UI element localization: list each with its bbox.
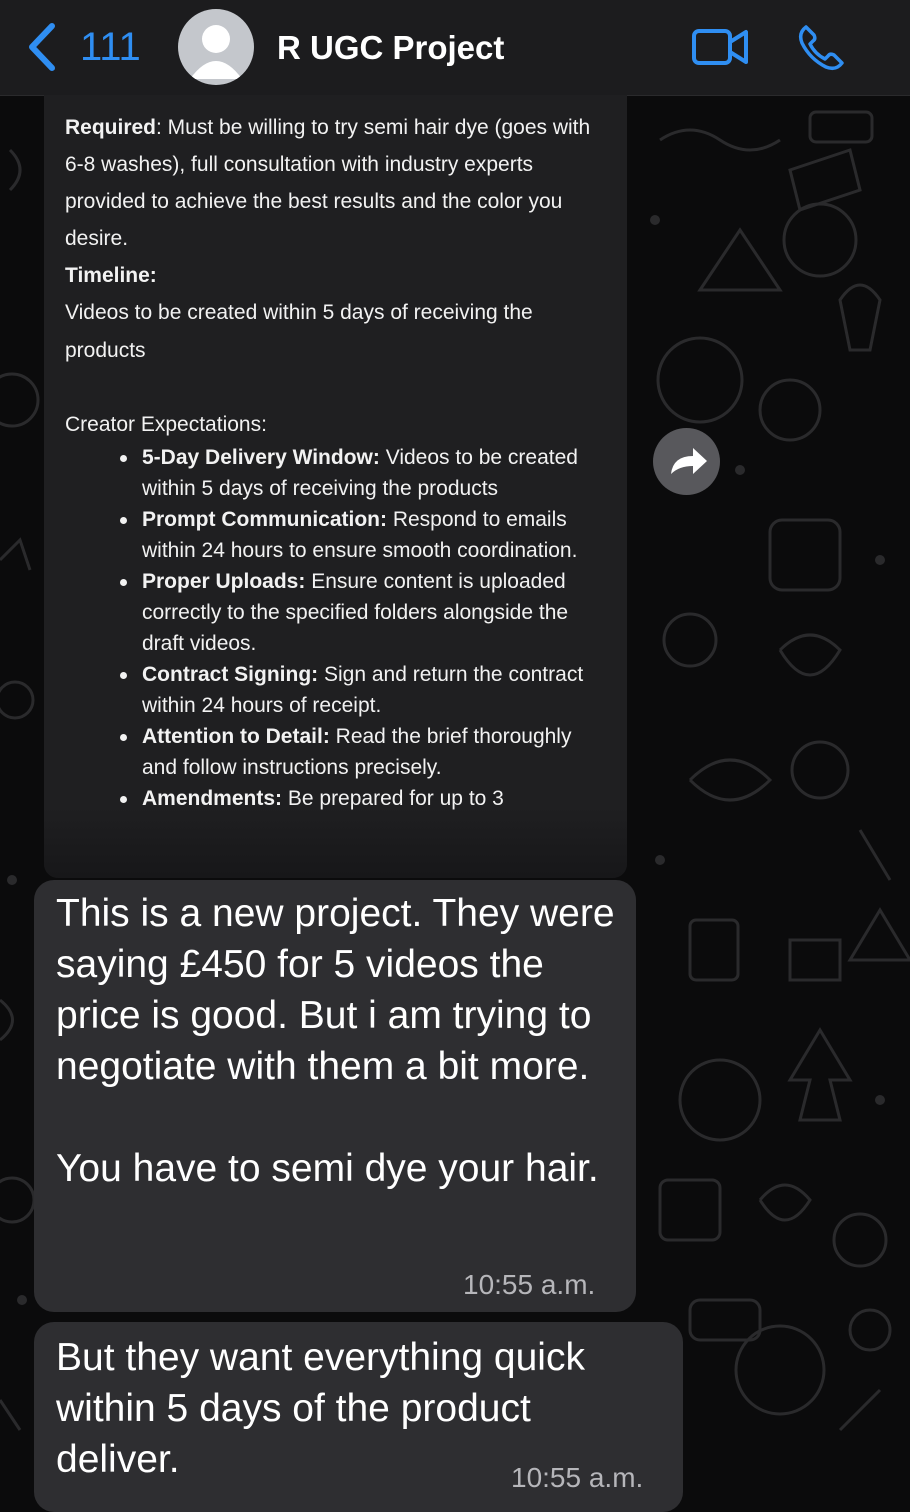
back-unread-count[interactable]: 111 bbox=[80, 22, 141, 72]
forward-button[interactable] bbox=[653, 428, 720, 495]
chat-header: 111 R UGC Project bbox=[0, 0, 910, 96]
avatar-person-icon bbox=[190, 25, 242, 79]
phone-icon[interactable] bbox=[796, 22, 846, 72]
message-text: This is a new project. They were saying … bbox=[56, 892, 615, 1190]
forward-arrow-icon bbox=[671, 448, 707, 474]
truncation-fade bbox=[44, 808, 627, 878]
message-timestamp: 10:55 a.m. bbox=[511, 1462, 644, 1493]
chevron-left-icon[interactable] bbox=[24, 22, 60, 72]
avatar[interactable] bbox=[178, 9, 254, 85]
expectations-heading: Creator Expectations: bbox=[65, 413, 267, 436]
message-bubble[interactable]: But they want everything quick within 5 … bbox=[34, 1322, 683, 1512]
video-call-icon[interactable] bbox=[690, 24, 750, 70]
expectations-list: 5-Day Delivery Window: Videos to be crea… bbox=[65, 442, 610, 814]
timeline-label: Timeline: bbox=[65, 264, 157, 287]
required-paragraph: Required: Must be willing to try semi ha… bbox=[65, 109, 610, 257]
chat-title[interactable]: R UGC Project bbox=[277, 26, 504, 70]
message-timestamp: 10:55 a.m. bbox=[463, 1269, 596, 1300]
timeline-text: Videos to be created within 5 days of re… bbox=[65, 301, 533, 362]
message-bubble[interactable]: This is a new project. They were saying … bbox=[34, 880, 636, 1312]
list-item: Proper Uploads: Ensure content is upload… bbox=[120, 566, 610, 659]
list-item: Contract Signing: Sign and return the co… bbox=[120, 659, 610, 721]
list-item: Attention to Detail: Read the brief thor… bbox=[120, 721, 610, 783]
list-item: 5-Day Delivery Window: Videos to be crea… bbox=[120, 442, 610, 504]
forwarded-brief-card[interactable]: Required: Must be willing to try semi ha… bbox=[44, 95, 627, 878]
list-item: Prompt Communication: Respond to emails … bbox=[120, 504, 610, 566]
required-label: Required bbox=[65, 116, 157, 139]
